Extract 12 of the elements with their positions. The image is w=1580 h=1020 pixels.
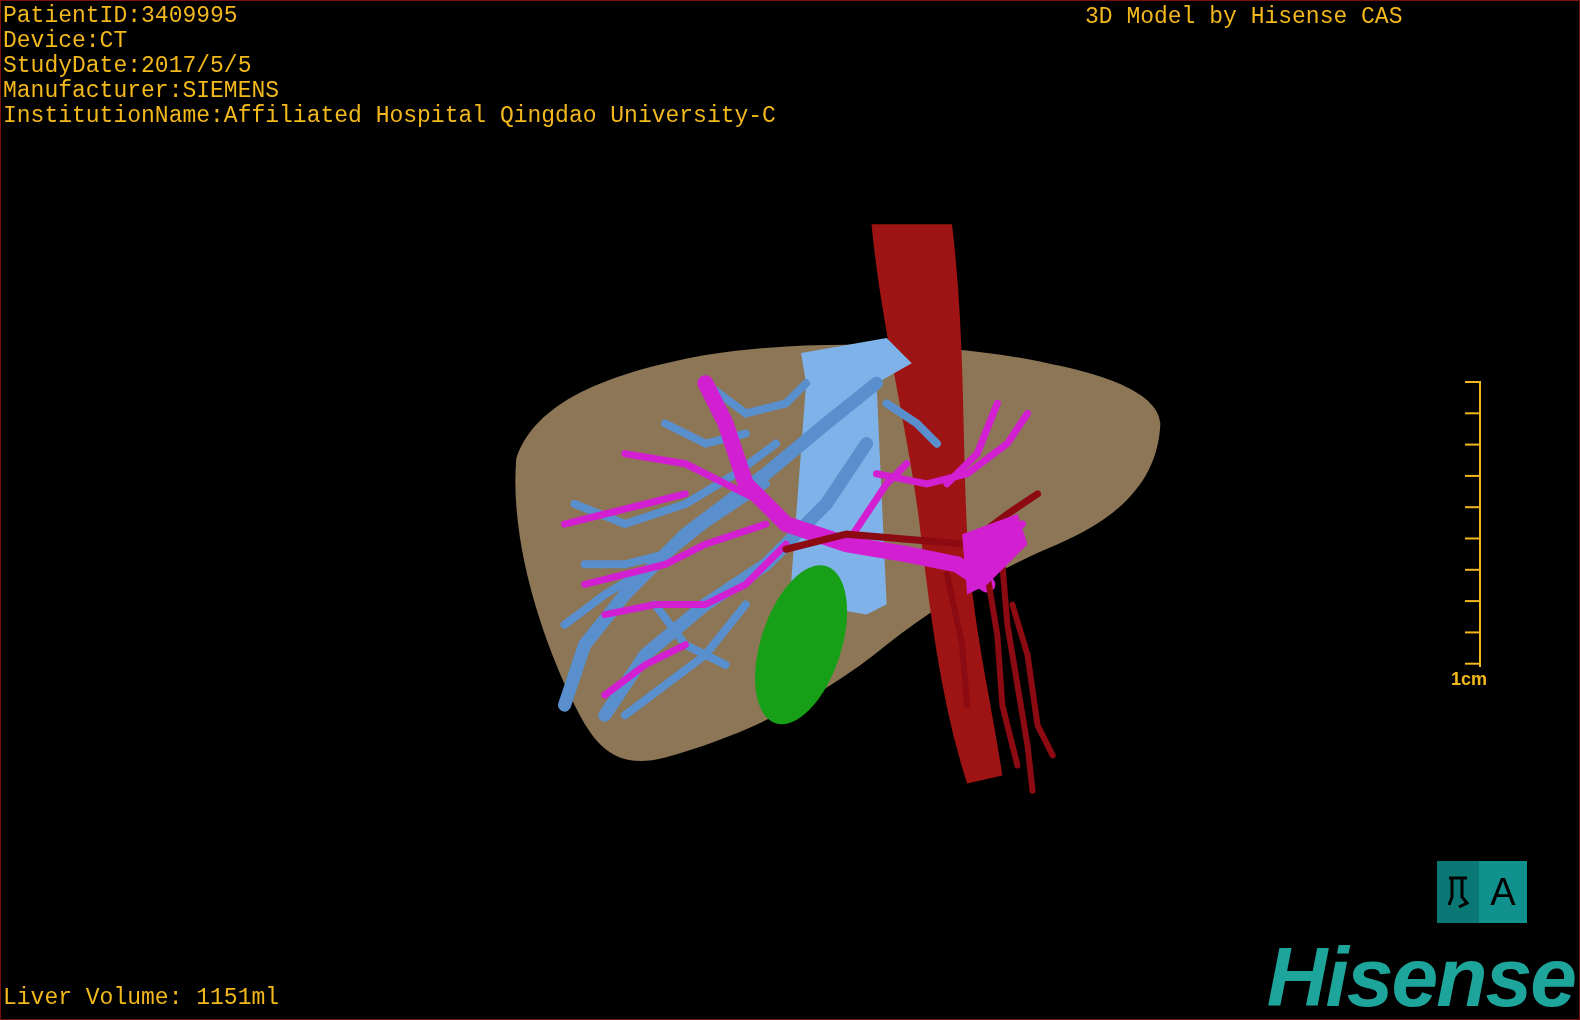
scale-label: 1cm — [1451, 669, 1488, 690]
viewer-title: 3D Model by Hisense CAS — [1085, 5, 1403, 30]
info-line: InstitutionName:Affiliated Hospital Qingdao University-C — [3, 104, 776, 129]
info-line: PatientID:3409995 — [3, 4, 239, 29]
side-glyph-icon — [1447, 875, 1469, 909]
info-line: StudyDate:2017/5/5 — [3, 54, 253, 79]
info-line: Manufacturer:SIEMENS — [3, 79, 281, 104]
info-line: Device:CT — [3, 29, 129, 54]
brand-logo: Hisense — [1266, 929, 1575, 1019]
orientation-cube[interactable]: A — [1437, 861, 1527, 923]
orientation-label: A — [1479, 861, 1527, 923]
liver-volume: Liver Volume: 1151ml — [3, 986, 280, 1011]
